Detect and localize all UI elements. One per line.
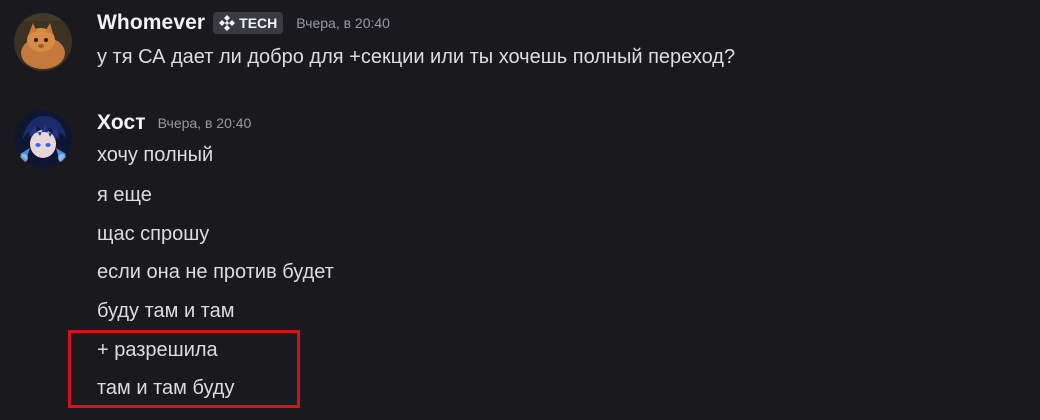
username[interactable]: Whomever [97, 11, 205, 35]
avatar[interactable] [14, 13, 72, 71]
message-text: щас спрошу [97, 223, 210, 245]
timestamp[interactable]: Вчера, в 20:40 [296, 15, 390, 31]
highlight-box [68, 330, 300, 408]
message-text: буду там и там [97, 300, 235, 322]
message-text: если она не против будет [97, 261, 334, 283]
message-header: Whomever TECH Вчера, в 20:40 [97, 11, 390, 35]
message-text: я еще [97, 184, 152, 206]
avatar[interactable] [14, 110, 72, 168]
timestamp[interactable]: Вчера, в 20:40 [158, 115, 252, 131]
message-text: хочу полный [97, 144, 214, 166]
diamond-cross-icon [219, 15, 236, 31]
message-header: Хост Вчера, в 20:40 [97, 111, 251, 135]
message-text: у тя СА дает ли добро для +секции или ты… [97, 46, 736, 68]
username[interactable]: Хост [97, 111, 146, 135]
guild-tag-label: TECH [239, 15, 278, 31]
cat-avatar-icon [14, 13, 72, 71]
anime-character-avatar-icon [14, 110, 72, 168]
guild-tag[interactable]: TECH [213, 12, 284, 34]
